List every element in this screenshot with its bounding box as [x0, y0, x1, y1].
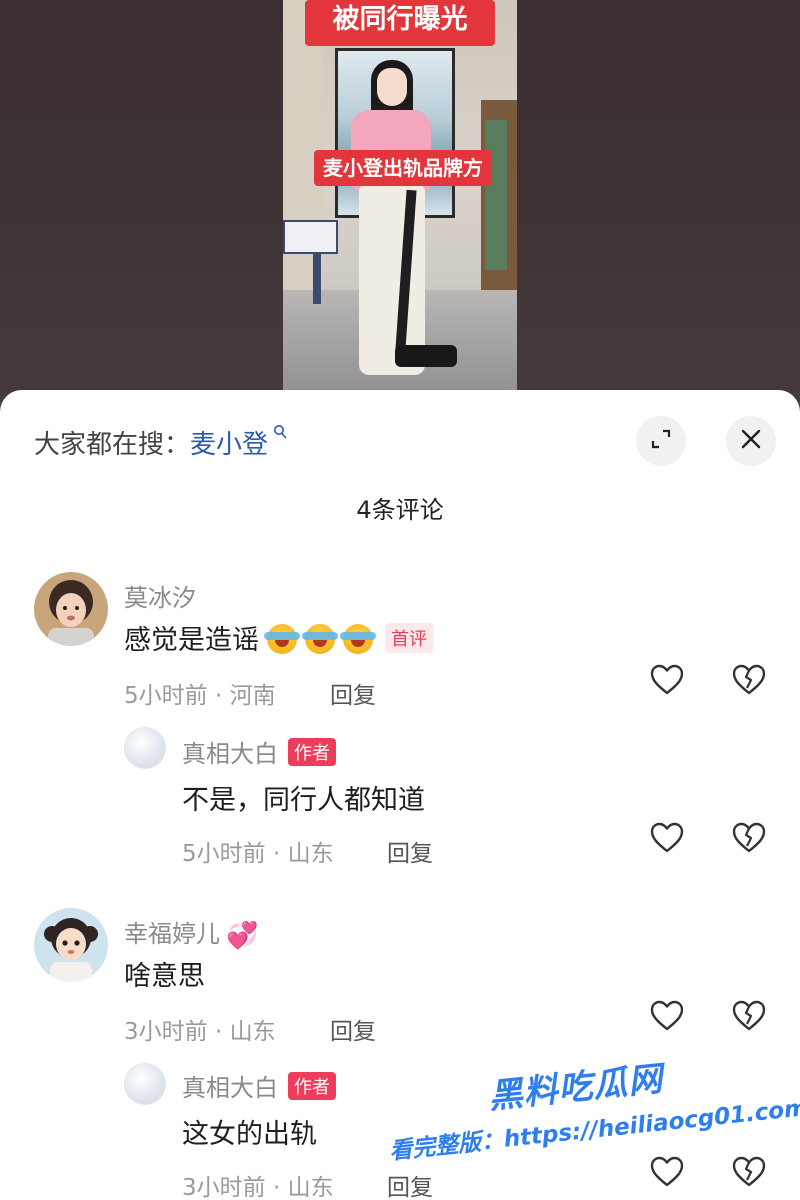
video-banner-title: 被同行曝光	[305, 0, 495, 46]
reply-username-row: 真相大白 作者	[182, 1068, 336, 1103]
comment-meta: 3小时前 · 山东	[124, 1019, 276, 1045]
search-icon	[268, 425, 287, 444]
avatar[interactable]	[34, 908, 108, 982]
comment-username[interactable]: 幸福婷儿	[124, 920, 220, 948]
search-suggestion-keyword[interactable]: 麦小登	[190, 430, 268, 460]
laugh-cry-emoji-icon	[340, 624, 376, 654]
expand-icon	[650, 428, 672, 454]
reply-button[interactable]: 回复	[387, 834, 433, 868]
video-vacuum-base	[395, 345, 457, 367]
comment-count-title: 4条评论	[356, 496, 444, 524]
video-door-frame	[485, 120, 507, 270]
dislike-icon[interactable]	[731, 998, 767, 1034]
dislike-icon[interactable]	[731, 662, 767, 698]
close-icon	[740, 428, 762, 454]
reply-username-row: 真相大白 作者	[182, 734, 336, 769]
comment-text: 啥意思	[124, 961, 205, 992]
author-badge: 作者	[288, 738, 336, 766]
avatar[interactable]	[34, 572, 108, 646]
reply-text: 不是，同行人都知道	[182, 785, 425, 816]
dislike-icon[interactable]	[731, 1154, 767, 1190]
first-comment-badge: 首评	[385, 623, 433, 653]
reply-username[interactable]: 真相大白	[182, 1074, 278, 1102]
laugh-cry-emoji-icon	[302, 624, 338, 654]
reply-meta: 5小时前 · 山东	[182, 841, 334, 867]
like-icon[interactable]	[649, 1154, 685, 1190]
comment-text-body: 感觉是造谣	[124, 625, 259, 656]
video-kids-table	[283, 220, 338, 305]
video-frame	[283, 0, 517, 400]
laugh-cry-emoji-icon	[264, 624, 300, 654]
search-suggestion-prefix: 大家都在搜：	[34, 430, 191, 460]
author-badge: 作者	[288, 1072, 336, 1100]
like-icon[interactable]	[649, 998, 685, 1034]
comment-username-row: 幸福婷儿 💞	[124, 914, 258, 951]
reply-button[interactable]: 回复	[387, 1168, 433, 1200]
search-suggestion[interactable]: 大家都在搜：麦小登	[34, 424, 287, 461]
sparkling-heart-icon: 💞	[226, 921, 259, 951]
video-banner-caption: 麦小登出轨品牌方	[314, 150, 492, 186]
avatar[interactable]	[124, 1063, 166, 1105]
like-icon[interactable]	[649, 820, 685, 856]
reply-text: 这女的出轨	[182, 1119, 317, 1150]
reply-meta: 3小时前 · 山东	[182, 1175, 334, 1200]
reply-button[interactable]: 回复	[330, 1012, 376, 1046]
video-person	[341, 50, 441, 380]
video-player[interactable]: 被同行曝光 麦小登出轨品牌方	[0, 0, 800, 420]
reply-button[interactable]: 回复	[330, 676, 376, 710]
like-icon[interactable]	[649, 662, 685, 698]
dislike-icon[interactable]	[731, 820, 767, 856]
expand-button[interactable]	[636, 416, 686, 466]
comment-sheet: 大家都在搜：麦小登 4条评论 莫冰汐 感觉是造谣 首评 5小时前 · 河南 回复…	[0, 390, 800, 1200]
close-button[interactable]	[726, 416, 776, 466]
comment-meta: 5小时前 · 河南	[124, 683, 276, 709]
comment-text: 感觉是造谣 首评	[124, 618, 433, 657]
avatar[interactable]	[124, 727, 166, 769]
reply-username[interactable]: 真相大白	[182, 740, 278, 768]
comment-username[interactable]: 莫冰汐	[124, 578, 196, 613]
